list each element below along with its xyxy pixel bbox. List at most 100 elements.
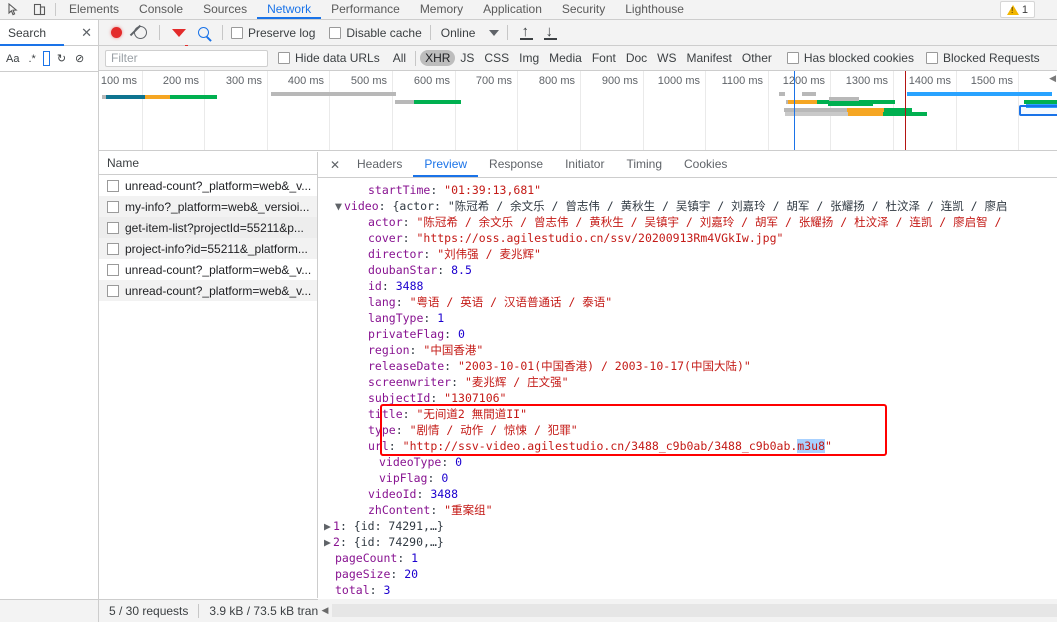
json-value: 1 — [411, 551, 419, 565]
request-checkbox[interactable] — [107, 263, 119, 276]
tab-response[interactable]: Response — [478, 152, 554, 177]
tab-console[interactable]: Console — [129, 0, 193, 19]
json-preview-line[interactable]: pageSize: 20 — [318, 566, 1057, 582]
tab-preview[interactable]: Preview — [413, 152, 479, 177]
json-preview-line[interactable]: videoId: 3488 — [318, 486, 1057, 502]
refresh-icon[interactable]: ↻ — [55, 51, 68, 66]
json-preview-line[interactable]: ▶ 2: {id: 74290,…} — [318, 534, 1057, 550]
import-har-icon[interactable] — [516, 23, 538, 43]
json-preview-line[interactable]: region: "中国香港" — [318, 342, 1057, 358]
json-preview-line[interactable]: vipFlag: 0 — [318, 470, 1057, 486]
request-checkbox[interactable] — [107, 284, 119, 297]
json-preview-line[interactable]: subjectId: "1307106" — [318, 390, 1057, 406]
request-list-header[interactable]: Name — [99, 152, 317, 175]
filter-type-doc[interactable]: Doc — [621, 50, 652, 66]
request-list-item[interactable]: my-info?_platform=web&_versioi... — [99, 196, 317, 217]
request-checkbox[interactable] — [107, 242, 119, 255]
scroll-left-icon[interactable]: ◀ — [318, 605, 332, 616]
hide-data-urls-checkbox[interactable]: Hide data URLs — [278, 51, 380, 65]
tab-lighthouse[interactable]: Lighthouse — [615, 0, 694, 19]
inspect-element-icon[interactable] — [0, 0, 26, 19]
request-checkbox[interactable] — [107, 221, 119, 234]
request-checkbox[interactable] — [107, 200, 119, 213]
filter-type-js[interactable]: JS — [455, 50, 479, 66]
device-toolbar-icon[interactable] — [26, 0, 52, 19]
filter-type-ws[interactable]: WS — [652, 50, 681, 66]
close-icon[interactable]: ✕ — [324, 158, 346, 172]
filter-type-css[interactable]: CSS — [479, 50, 514, 66]
json-preview-line[interactable]: pageCount: 1 — [318, 550, 1057, 566]
search-input[interactable] — [42, 51, 50, 66]
json-value: "2003-10-01(中国香港) / 2003-10-17(中国大陆)" — [458, 359, 751, 373]
json-preview-line[interactable]: cover: "https://oss.agilestudio.cn/ssv/2… — [318, 230, 1057, 246]
json-preview-line[interactable]: releaseDate: "2003-10-01(中国香港) / 2003-10… — [318, 358, 1057, 374]
filter-type-xhr[interactable]: XHR — [420, 50, 456, 66]
json-preview-line[interactable]: total: 3 — [318, 582, 1057, 598]
tab-timing[interactable]: Timing — [615, 152, 673, 177]
clear-icon[interactable] — [129, 23, 151, 43]
timeline-tick-label: 1100 ms — [721, 75, 763, 87]
json-preview-line[interactable]: screenwriter: "麦兆辉 / 庄文强" — [318, 374, 1057, 390]
request-list-item[interactable]: unread-count?_platform=web&_v... — [99, 175, 317, 196]
chevron-right-icon[interactable]: ▶ — [324, 534, 333, 550]
json-preview-line[interactable]: ▼ video: {actor: "陈冠希 / 余文乐 / 曾志伟 / 黄秋生 /… — [318, 198, 1057, 214]
json-preview-line[interactable]: startTime: "01:39:13,681" — [318, 182, 1057, 198]
preserve-log-checkbox[interactable]: Preserve log — [231, 26, 315, 40]
timeline-gridline — [643, 71, 644, 150]
match-case-button[interactable]: Aa — [4, 52, 21, 66]
filter-input[interactable]: Filter — [105, 49, 268, 67]
tab-network[interactable]: Network — [257, 0, 322, 19]
tab-performance[interactable]: Performance — [321, 0, 410, 19]
chevron-right-icon[interactable]: ▶ — [324, 518, 333, 534]
regex-button[interactable]: .* — [26, 52, 37, 66]
tab-elements[interactable]: Elements — [59, 0, 129, 19]
scrollbar-track[interactable] — [332, 604, 1057, 617]
throttling-select[interactable]: Online — [439, 26, 500, 40]
request-list-item[interactable]: unread-count?_platform=web&_v... — [99, 280, 317, 301]
tab-headers[interactable]: Headers — [346, 152, 413, 177]
request-checkbox[interactable] — [107, 179, 119, 192]
tab-memory[interactable]: Memory — [410, 0, 473, 19]
json-preview-line[interactable]: title: "无间道2 無間道II" — [318, 406, 1057, 422]
json-preview-line[interactable]: doubanStar: 8.5 — [318, 262, 1057, 278]
request-list-item[interactable]: get-item-list?projectId=55211&p... — [99, 217, 317, 238]
filter-type-font[interactable]: Font — [587, 50, 621, 66]
chevron-down-icon[interactable]: ▼ — [335, 198, 344, 214]
json-preview-line[interactable]: videoType: 0 — [318, 454, 1057, 470]
filter-icon[interactable] — [168, 23, 190, 50]
json-preview-line[interactable]: director: "刘伟强 / 麦兆辉" — [318, 246, 1057, 262]
blocked-requests-checkbox[interactable]: Blocked Requests — [925, 51, 1040, 65]
filter-type-media[interactable]: Media — [544, 50, 587, 66]
tab-application[interactable]: Application — [473, 0, 552, 19]
json-preview-line[interactable]: actor: "陈冠希 / 余文乐 / 曾志伟 / 黄秋生 / 吴镇宇 / 刘嘉… — [318, 214, 1057, 230]
json-preview-line[interactable]: zhContent: "重案组" — [318, 502, 1057, 518]
json-preview-line[interactable]: privateFlag: 0 — [318, 326, 1057, 342]
json-preview-line[interactable]: type: "剧情 / 动作 / 惊悚 / 犯罪" — [318, 422, 1057, 438]
tab-security[interactable]: Security — [552, 0, 615, 19]
json-preview-line[interactable]: langType: 1 — [318, 310, 1057, 326]
warning-badge[interactable]: 1 — [999, 1, 1035, 18]
search-icon[interactable] — [192, 23, 214, 43]
request-list-item[interactable]: unread-count?_platform=web&_v... — [99, 259, 317, 280]
has-blocked-cookies-checkbox[interactable]: Has blocked cookies — [786, 51, 914, 65]
filter-type-other[interactable]: Other — [737, 50, 777, 66]
json-preview-line[interactable]: url: "http://ssv-video.agilestudio.cn/34… — [318, 438, 1057, 454]
json-preview-tree[interactable]: startTime: "01:39:13,681" ▼ video: {actor:… — [318, 178, 1057, 598]
record-icon[interactable] — [105, 23, 127, 43]
json-preview-line[interactable]: lang: "粤语 / 英语 / 汉语普通话 / 泰语" — [318, 294, 1057, 310]
tab-cookies[interactable]: Cookies — [673, 152, 738, 177]
json-preview-line[interactable]: id: 3488 — [318, 278, 1057, 294]
horizontal-scrollbar[interactable]: ◀ — [318, 599, 1057, 622]
tab-sources[interactable]: Sources — [193, 0, 257, 19]
request-list-item[interactable]: project-info?id=55211&_platform... — [99, 238, 317, 259]
filter-type-all[interactable]: All — [388, 50, 411, 66]
filter-type-manifest[interactable]: Manifest — [682, 50, 737, 66]
close-icon[interactable]: ✕ — [81, 26, 92, 39]
json-preview-line[interactable]: ▶ 1: {id: 74291,…} — [318, 518, 1057, 534]
tab-initiator[interactable]: Initiator — [554, 152, 615, 177]
export-har-icon[interactable] — [540, 23, 562, 43]
clear-icon[interactable]: ⊘ — [73, 51, 86, 66]
network-overview[interactable]: 100 ms 200 ms 300 ms 400 ms 500 ms 600 ms 700 … — [99, 71, 1057, 151]
disable-cache-checkbox[interactable]: Disable cache — [329, 26, 422, 40]
filter-type-img[interactable]: Img — [514, 50, 544, 66]
